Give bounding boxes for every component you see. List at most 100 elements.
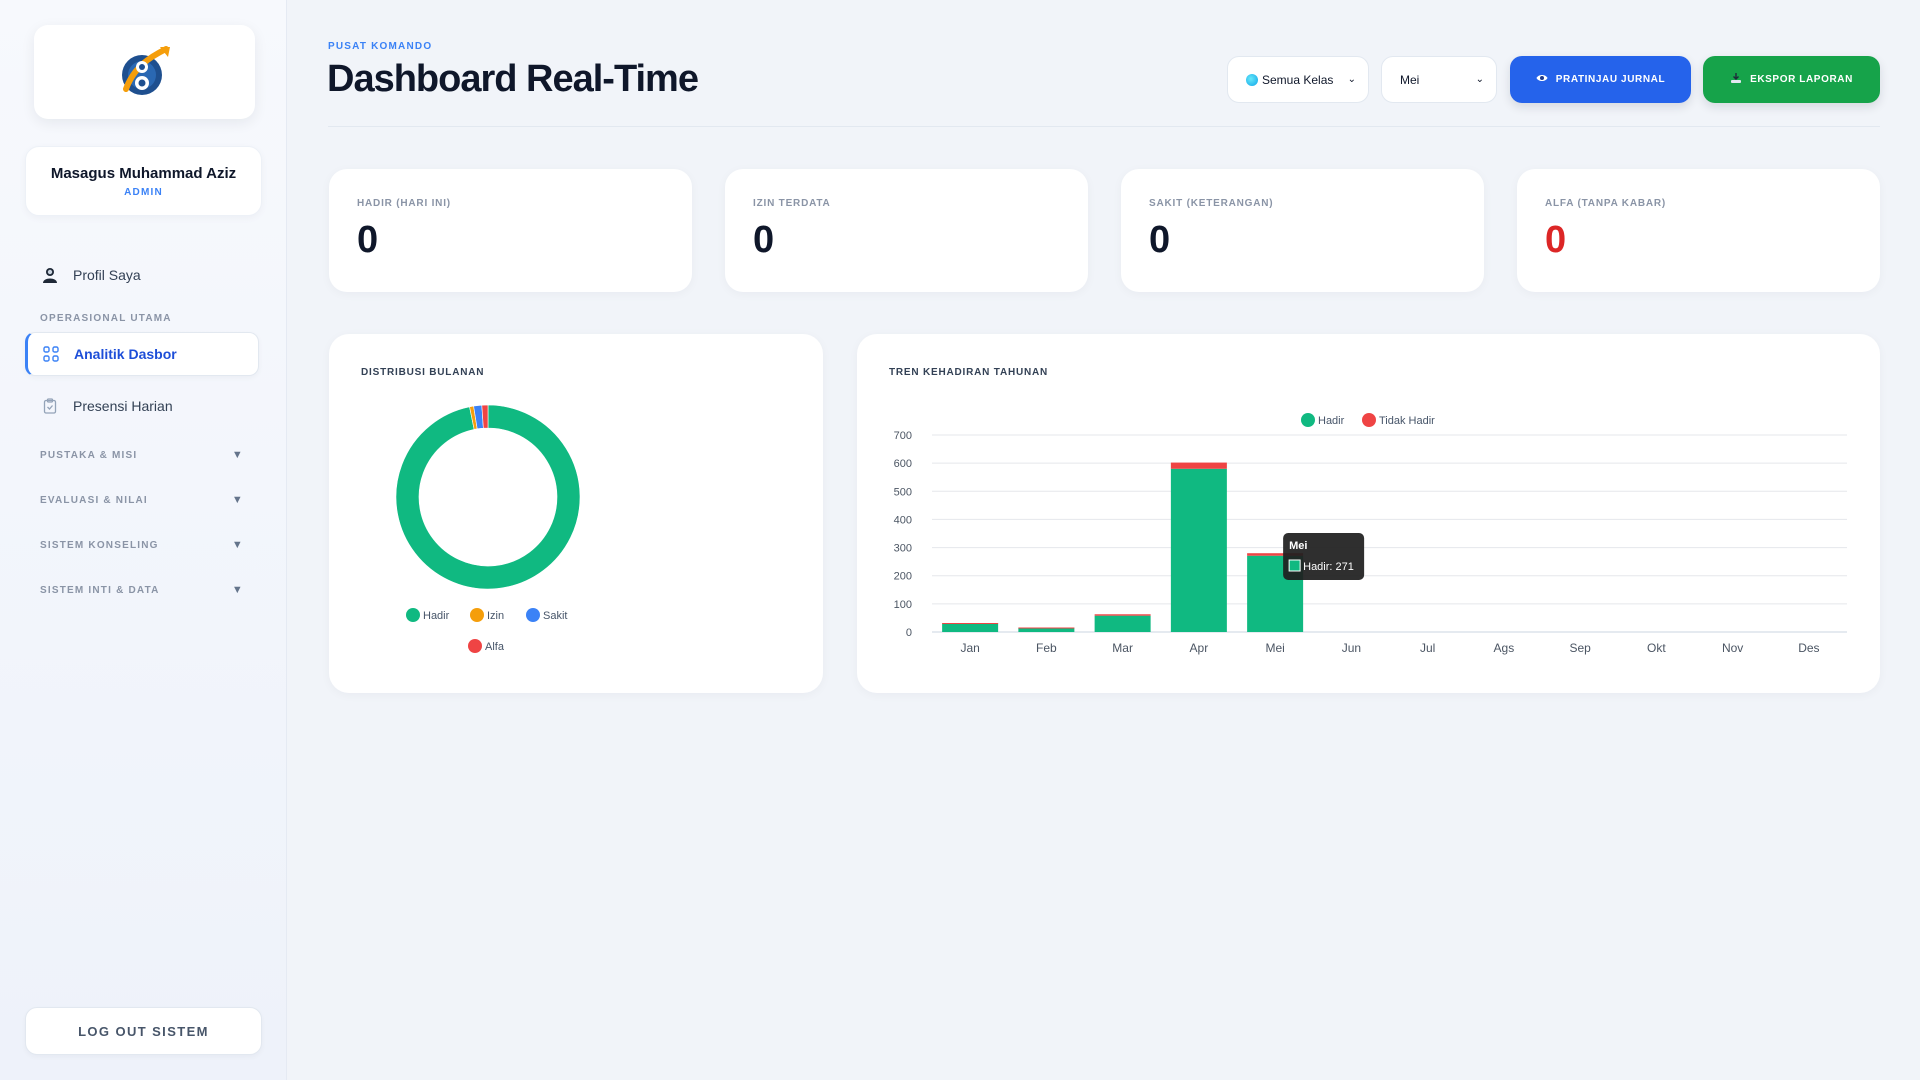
- logo-icon: [121, 46, 170, 95]
- legend-marker: [468, 639, 482, 653]
- nav-item-label: Presensi Harian: [73, 398, 173, 414]
- stat-label: SAKIT (KETERANGAN): [1149, 198, 1274, 209]
- nav-group-counseling[interactable]: SISTEM KONSELING ▼: [40, 539, 244, 551]
- page-title: Dashboard Real-Time: [327, 58, 699, 100]
- x-tick-label: Okt: [1647, 641, 1666, 655]
- nav-item-label: Analitik Dasbor: [74, 346, 177, 362]
- stat-card-permission: IZIN TERDATA 0: [725, 169, 1088, 292]
- app-logo[interactable]: [34, 25, 255, 119]
- legend-label: Alfa: [485, 641, 505, 653]
- bar-segment: [1170, 462, 1227, 469]
- legend-label: Tidak Hadir: [1379, 415, 1435, 427]
- chevron-down-icon: ⌄: [1475, 74, 1484, 85]
- user-card: Masagus Muhammad Aziz ADMIN: [25, 146, 262, 216]
- legend-label: Hadir: [423, 610, 450, 622]
- bar-chart: 0 100 200 300 400 500 600 700 Hadir Tidak Hadir Ja…: [894, 413, 1847, 655]
- x-tick-label: Jun: [1342, 641, 1361, 655]
- nav-group-core-data[interactable]: SISTEM INTI & DATA ▼: [40, 584, 244, 596]
- month-select-value: Mei: [1400, 72, 1420, 87]
- legend-label: Izin: [487, 610, 504, 622]
- y-tick-label: 700: [894, 430, 912, 442]
- eye-icon: [1536, 73, 1548, 86]
- nav-group-label: SISTEM INTI & DATA: [40, 584, 160, 596]
- globe-icon: [1246, 73, 1258, 86]
- chevron-down-icon: ▼: [231, 584, 244, 596]
- grid-icon: [42, 345, 60, 363]
- user-role: ADMIN: [124, 187, 163, 198]
- page-eyebrow: PUSAT KOMANDO: [328, 41, 433, 52]
- x-tick-label: Feb: [1036, 641, 1057, 655]
- tooltip-swatch: [1288, 559, 1301, 572]
- legend-marker: [406, 608, 420, 622]
- export-report-button[interactable]: EKSPOR LAPORAN: [1703, 56, 1880, 103]
- bar-segment: [1094, 615, 1151, 632]
- y-tick-label: 600: [894, 458, 912, 470]
- header-divider: [328, 126, 1880, 127]
- tooltip-label: Hadir: 271: [1303, 561, 1354, 573]
- annual-trend-card: TREN KEHADIRAN TAHUNAN 0 100 200 300 400 500 6…: [857, 334, 1880, 693]
- chevron-down-icon: ▼: [231, 449, 244, 461]
- nav-group-evaluation[interactable]: EVALUASI & NILAI ▼: [40, 494, 244, 506]
- tooltip-title: Mei: [1289, 540, 1307, 552]
- donut-slice: [395, 404, 581, 590]
- class-select-value: Semua Kelas: [1262, 72, 1334, 87]
- y-tick-label: 500: [894, 486, 912, 498]
- user-icon: [41, 266, 59, 284]
- bar-segment: [942, 622, 999, 624]
- nav-group-label: EVALUASI & NILAI: [40, 494, 148, 506]
- bar-segment: [942, 623, 999, 632]
- x-tick-label: Jan: [960, 641, 979, 655]
- nav-section-title: OPERASIONAL UTAMA: [40, 313, 172, 324]
- stat-card-absent: ALFA (TANPA KABAR) 0: [1517, 169, 1880, 292]
- chevron-down-icon: ▼: [231, 494, 244, 506]
- sidebar: Masagus Muhammad Aziz ADMIN Profil Saya …: [0, 0, 287, 1080]
- stat-value: 0: [1149, 219, 1171, 261]
- bar-segment: [1170, 468, 1227, 632]
- bar-segment: [1094, 614, 1151, 616]
- nav-item-analytics[interactable]: Analitik Dasbor: [25, 332, 259, 376]
- preview-journal-button[interactable]: PRATINJAU JURNAL: [1510, 56, 1691, 103]
- legend-label: Hadir: [1318, 415, 1345, 427]
- chevron-down-icon: ⌄: [1347, 74, 1356, 85]
- preview-journal-label: PRATINJAU JURNAL: [1555, 74, 1666, 85]
- x-tick-label: Nov: [1722, 641, 1743, 655]
- x-tick-label: Des: [1798, 641, 1819, 655]
- x-tick-label: Mei: [1265, 641, 1284, 655]
- nav-item-label: Profil Saya: [73, 267, 141, 283]
- x-tick-label: Mar: [1112, 641, 1133, 655]
- y-tick-label: 400: [894, 514, 912, 526]
- legend-marker: [470, 608, 484, 622]
- nav-group-library[interactable]: PUSTAKA & MISI ▼: [40, 449, 244, 461]
- y-tick-label: 0: [906, 627, 912, 639]
- x-tick-label: Jul: [1420, 641, 1435, 655]
- class-select[interactable]: Semua Kelas ⌄: [1227, 56, 1369, 103]
- logout-button[interactable]: LOG OUT SISTEM: [25, 1007, 262, 1055]
- y-tick-label: 200: [894, 571, 912, 583]
- stat-label: IZIN TERDATA: [753, 198, 831, 209]
- nav-item-profile[interactable]: Profil Saya: [25, 253, 259, 297]
- legend-marker: [1362, 413, 1376, 427]
- stat-card-sick: SAKIT (KETERANGAN) 0: [1121, 169, 1484, 292]
- chevron-down-icon: ▼: [231, 539, 244, 551]
- stat-label: ALFA (TANPA KABAR): [1545, 198, 1667, 209]
- nav-item-attendance[interactable]: Presensi Harian: [25, 384, 259, 428]
- bar-segment: [1018, 627, 1075, 629]
- legend-label: Sakit: [543, 610, 567, 622]
- month-select[interactable]: Mei ⌄: [1381, 56, 1497, 103]
- user-name: Masagus Muhammad Aziz: [50, 165, 237, 182]
- legend-marker: [1301, 413, 1315, 427]
- x-tick-label: Ags: [1494, 641, 1515, 655]
- nav-group-label: SISTEM KONSELING: [40, 539, 159, 551]
- donut-chart: Hadir Izin Sakit Alfa: [395, 404, 581, 653]
- monthly-distribution-card: DISTRIBUSI BULANAN Hadir Izin Sakit Alfa: [329, 334, 823, 693]
- export-report-label: EKSPOR LAPORAN: [1750, 74, 1853, 85]
- y-tick-label: 300: [894, 543, 912, 555]
- y-tick-label: 100: [894, 599, 912, 611]
- x-tick-label: Sep: [1569, 641, 1591, 655]
- x-tick-label: Apr: [1190, 641, 1209, 655]
- clipboard-icon: [41, 397, 59, 415]
- nav-group-label: PUSTAKA & MISI: [40, 449, 138, 461]
- legend-marker: [526, 608, 540, 622]
- stat-value: 0: [1545, 219, 1567, 261]
- stat-label: HADIR (HARI INI): [357, 198, 451, 209]
